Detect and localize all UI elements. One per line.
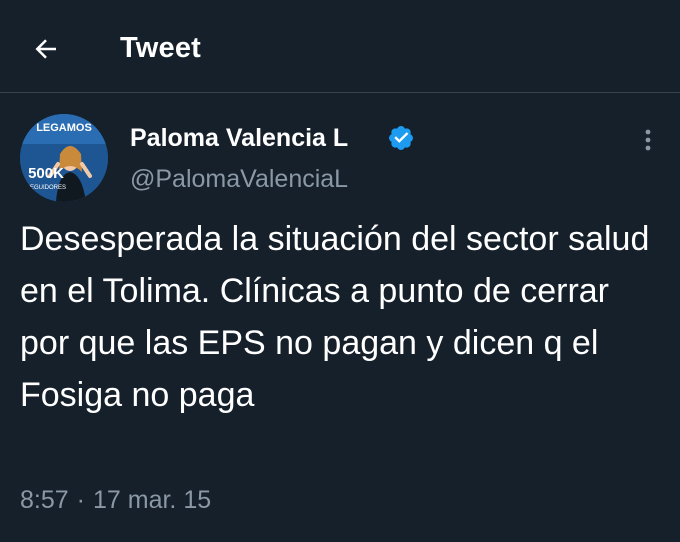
more-vertical-icon <box>645 129 651 151</box>
avatar[interactable]: LEGAMOS 500K SEGUIDORES <box>20 114 108 202</box>
avatar-image: LEGAMOS 500K SEGUIDORES <box>20 114 108 202</box>
author-name[interactable]: Paloma Valencia L <box>130 122 348 154</box>
arrow-left-icon <box>35 39 56 59</box>
page-title: Tweet <box>120 32 202 64</box>
avatar-badge-number: 500K <box>28 165 64 182</box>
tweet-time: 8:57 <box>20 486 69 514</box>
tweet-date: 17 mar. 15 <box>93 486 212 514</box>
avatar-banner-text: LEGAMOS <box>36 122 92 134</box>
tweet-timestamp[interactable]: 8:57 · 17 mar. 15 <box>20 484 211 516</box>
more-options-button[interactable] <box>630 122 666 158</box>
top-bar: Tweet <box>0 0 680 93</box>
avatar-badge-caption: SEGUIDORES <box>26 185 66 191</box>
back-button[interactable] <box>27 30 65 68</box>
tweet-text: Desesperada la situación del sector salu… <box>20 220 650 414</box>
author-handle[interactable]: @PalomaValenciaL <box>130 163 348 195</box>
meta-separator: · <box>76 486 85 514</box>
verified-badge-icon <box>389 126 413 150</box>
